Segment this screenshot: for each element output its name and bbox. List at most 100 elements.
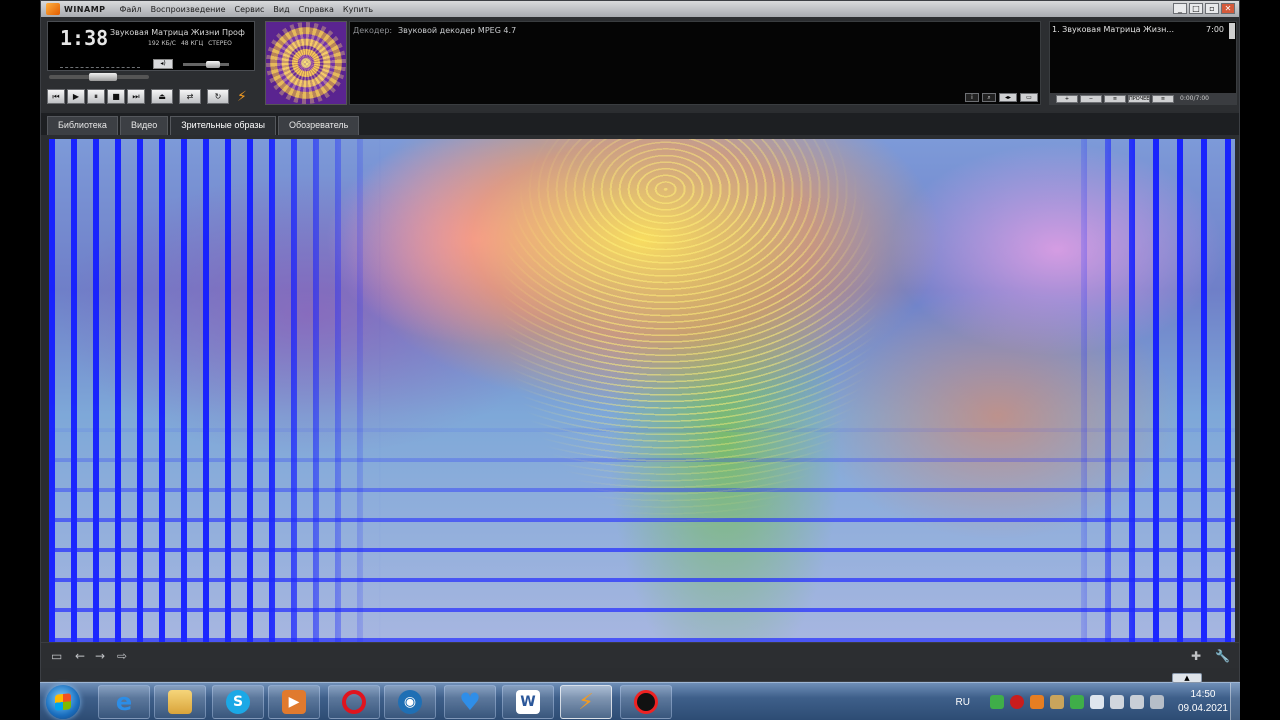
close-button[interactable]: ✕: [1221, 3, 1235, 14]
visualization-toolbar: ▭ ← → ⇨ ✚ 🔧: [41, 642, 1239, 668]
tab-visualization[interactable]: Зрительные образы: [170, 116, 276, 135]
samplerate-value: 48 КГЦ: [180, 40, 204, 47]
playlist-select-button[interactable]: ≡: [1104, 94, 1126, 103]
minimize-button[interactable]: _: [1173, 3, 1187, 14]
desktop-screen: WINAMP Файл Воспроизведение Сервис Вид С…: [0, 0, 1280, 720]
power-tray-icon[interactable]: [1149, 695, 1164, 709]
eject-button-icon[interactable]: ⏏: [151, 89, 173, 104]
record-icon: [634, 690, 658, 714]
menu-playback[interactable]: Воспроизведение: [151, 5, 226, 14]
mute-button-icon[interactable]: ◂): [153, 59, 173, 69]
lightning-icon[interactable]: ⚡: [237, 90, 247, 104]
word-icon: W: [516, 690, 540, 714]
network-tray-icon[interactable]: [989, 695, 1004, 709]
restore-button[interactable]: □: [1189, 3, 1203, 14]
settings-wrench-icon[interactable]: 🔧: [1215, 649, 1230, 663]
seek-slider[interactable]: [49, 73, 149, 81]
security-tray-icon[interactable]: [1069, 695, 1084, 709]
seek-thumb[interactable]: [88, 73, 117, 81]
track-title: Звуковая Матрица Жизни Проф: [110, 28, 245, 37]
tab-browser[interactable]: Обозреватель: [277, 116, 360, 135]
spectrum-analyzer[interactable]: [60, 58, 140, 68]
bitrate-value: 192 КБ/С: [148, 40, 176, 47]
player-panel: 1:38 Звуковая Матрица Жизни Проф 192 КБ/…: [41, 17, 1239, 111]
time-display[interactable]: 1:38: [60, 26, 108, 50]
clock-date: 09.04.2021: [1177, 703, 1228, 714]
tab-video[interactable]: Видео: [119, 116, 169, 135]
language-indicator[interactable]: RU: [955, 697, 969, 708]
winamp-lightning-icon: ⚡: [578, 689, 594, 715]
display-tray-icon[interactable]: [1129, 695, 1144, 709]
random-preset-icon[interactable]: ⇨: [117, 649, 127, 663]
taskbar-opera[interactable]: [328, 685, 380, 719]
previous-button-icon[interactable]: ⏮: [47, 89, 65, 104]
window-controls: _ □ ▫ ✕: [1173, 3, 1235, 14]
playlist-scrollbar[interactable]: [1229, 23, 1235, 39]
play-button-icon[interactable]: ▶: [67, 89, 85, 104]
playlist-item[interactable]: 1. Звуковая Матрица Жизн... 7:00: [1052, 25, 1224, 34]
next-button-icon[interactable]: ⏭: [127, 89, 145, 104]
start-button[interactable]: [46, 685, 80, 719]
clock[interactable]: 14:50 09.04.2021: [1178, 688, 1228, 716]
tab-library[interactable]: Библиотека: [47, 116, 118, 135]
shuffle-button-icon[interactable]: ⇄: [179, 89, 201, 104]
taskbar-internet-explorer[interactable]: e: [98, 685, 150, 719]
package-tray-icon[interactable]: [1049, 695, 1064, 709]
winamp-window: WINAMP Файл Воспроизведение Сервис Вид С…: [40, 0, 1240, 682]
playlist-misc-button[interactable]: ПРОЧЕЕ: [1128, 94, 1150, 103]
system-tray: RU 14:50 09.04.2021: [955, 683, 1228, 720]
transport-controls: ⏮ ▶ ⏸ ■ ⏭ ⏏ ⇄ ↻ ⚡: [47, 89, 247, 104]
clock-time: 14:50: [1190, 689, 1216, 700]
previous-preset-icon[interactable]: ←: [75, 649, 85, 663]
taskbar-heart-app[interactable]: ♥: [444, 685, 496, 719]
taskbar-skype[interactable]: S: [212, 685, 264, 719]
playlist-add-button[interactable]: +: [1056, 94, 1078, 103]
menu-view[interactable]: Вид: [273, 5, 289, 14]
stream-info: 192 КБ/С 48 КГЦ СТЕРЕО: [148, 40, 232, 47]
volume-thumb[interactable]: [206, 61, 221, 68]
plugin-icon[interactable]: ✚: [1191, 649, 1201, 663]
taskbar-explorer[interactable]: [154, 685, 206, 719]
decoder-label: Декодер:: [353, 26, 393, 35]
folder-icon: [168, 690, 192, 714]
taskbar-winamp[interactable]: ⚡: [560, 685, 612, 719]
decoder-value: Звуковой декодер MPEG 4.7: [398, 26, 517, 35]
taskbar-browser[interactable]: ◉: [384, 685, 436, 719]
playlist-time: 0:00/7:00: [1180, 95, 1209, 102]
playlist-item-duration: 7:00: [1206, 25, 1224, 34]
stop-button-icon[interactable]: ■: [107, 89, 125, 104]
playlist-panel: 1. Звуковая Матрица Жизн... 7:00 + − ≡ П…: [1049, 21, 1237, 105]
flag-tray-icon[interactable]: [1109, 695, 1124, 709]
repeat-button-icon[interactable]: ↻: [207, 89, 229, 104]
info-icon[interactable]: i: [965, 93, 979, 102]
info-panel-buttons: i ⌕ ◂▸ ▭: [965, 93, 1038, 102]
taskbar-word[interactable]: W: [502, 685, 554, 719]
show-desktop-button[interactable]: [1230, 683, 1240, 720]
shade-button[interactable]: ▫: [1205, 3, 1219, 14]
menu-tools[interactable]: Сервис: [235, 5, 265, 14]
menu-buy[interactable]: Купить: [343, 5, 373, 14]
fullscreen-icon[interactable]: ▭: [51, 649, 62, 663]
prev-info-icon[interactable]: ◂▸: [999, 93, 1017, 102]
title-bar[interactable]: WINAMP Файл Воспроизведение Сервис Вид С…: [41, 1, 1239, 17]
volume-tray-icon[interactable]: [1089, 695, 1104, 709]
tray-overflow-button[interactable]: ▲: [1172, 673, 1202, 683]
record-tray-icon[interactable]: [1009, 695, 1024, 709]
album-art: [265, 21, 347, 105]
pause-button-icon[interactable]: ⏸: [87, 89, 105, 104]
taskbar-recorder[interactable]: [620, 685, 672, 719]
visualization-canvas[interactable]: [49, 139, 1235, 642]
playlist-remove-button[interactable]: −: [1080, 94, 1102, 103]
channels-value: СТЕРЕО: [208, 40, 232, 47]
next-preset-icon[interactable]: →: [95, 649, 105, 663]
app-title: WINAMP: [64, 4, 106, 14]
taskbar-media-player[interactable]: ▶: [268, 685, 320, 719]
updater-tray-icon[interactable]: [1029, 695, 1044, 709]
skype-icon: S: [226, 690, 250, 714]
volume-slider[interactable]: [183, 61, 229, 68]
menu-file[interactable]: Файл: [120, 5, 142, 14]
playlist-list-button[interactable]: ≡: [1152, 94, 1174, 103]
menu-help[interactable]: Справка: [299, 5, 334, 14]
options-icon[interactable]: ▭: [1020, 93, 1038, 102]
search-icon[interactable]: ⌕: [982, 93, 996, 102]
